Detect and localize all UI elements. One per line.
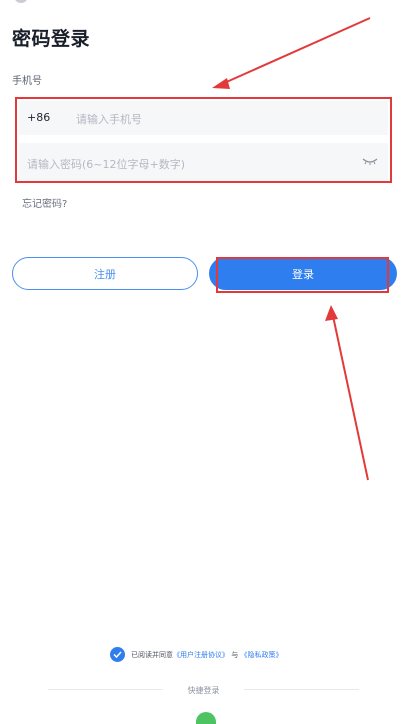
status-bar-icon — [14, 0, 28, 3]
check-icon — [113, 651, 122, 658]
country-code[interactable]: +86 — [27, 111, 50, 124]
arrow-to-inputs — [221, 17, 371, 85]
password-field[interactable]: 请输入密码(6~12位字母+数字) — [19, 143, 388, 181]
phone-input[interactable]: 请输入手机号 — [76, 111, 142, 127]
wechat-login-icon[interactable] — [196, 712, 216, 724]
password-input[interactable]: 请输入密码(6~12位字母+数字) — [27, 156, 185, 172]
page-title: 密码登录 — [12, 28, 91, 50]
register-button[interactable]: 注册 — [12, 257, 198, 290]
agreement-prefix: 已阅读并同意 — [131, 650, 173, 659]
quick-login-label: 快捷登录 — [187, 686, 220, 695]
arrow-to-login-head — [325, 305, 338, 321]
user-agreement-link[interactable]: 《用户注册协议》 — [173, 651, 229, 659]
eye-closed-icon[interactable] — [362, 155, 378, 167]
credentials-highlight-box: +86 请输入手机号 请输入密码(6~12位字母+数字) — [15, 97, 392, 183]
privacy-policy-link[interactable]: 《隐私政策》 — [240, 651, 282, 659]
agreement-row: 已阅读并同意《用户注册协议》 与 《隐私政策》 — [110, 647, 282, 662]
phone-label: 手机号 — [12, 76, 42, 87]
agreement-text: 已阅读并同意《用户注册协议》 与 《隐私政策》 — [131, 650, 282, 660]
agreement-checkbox[interactable] — [110, 647, 125, 662]
login-highlight-box — [216, 257, 389, 293]
phone-field[interactable]: +86 请输入手机号 — [19, 101, 388, 135]
forgot-password-link[interactable]: 忘记密码? — [22, 195, 67, 210]
arrow-to-inputs-head — [212, 78, 230, 89]
agreement-conjunction: 与 — [231, 650, 239, 659]
arrow-to-login — [332, 315, 369, 481]
divider-right — [244, 689, 359, 690]
